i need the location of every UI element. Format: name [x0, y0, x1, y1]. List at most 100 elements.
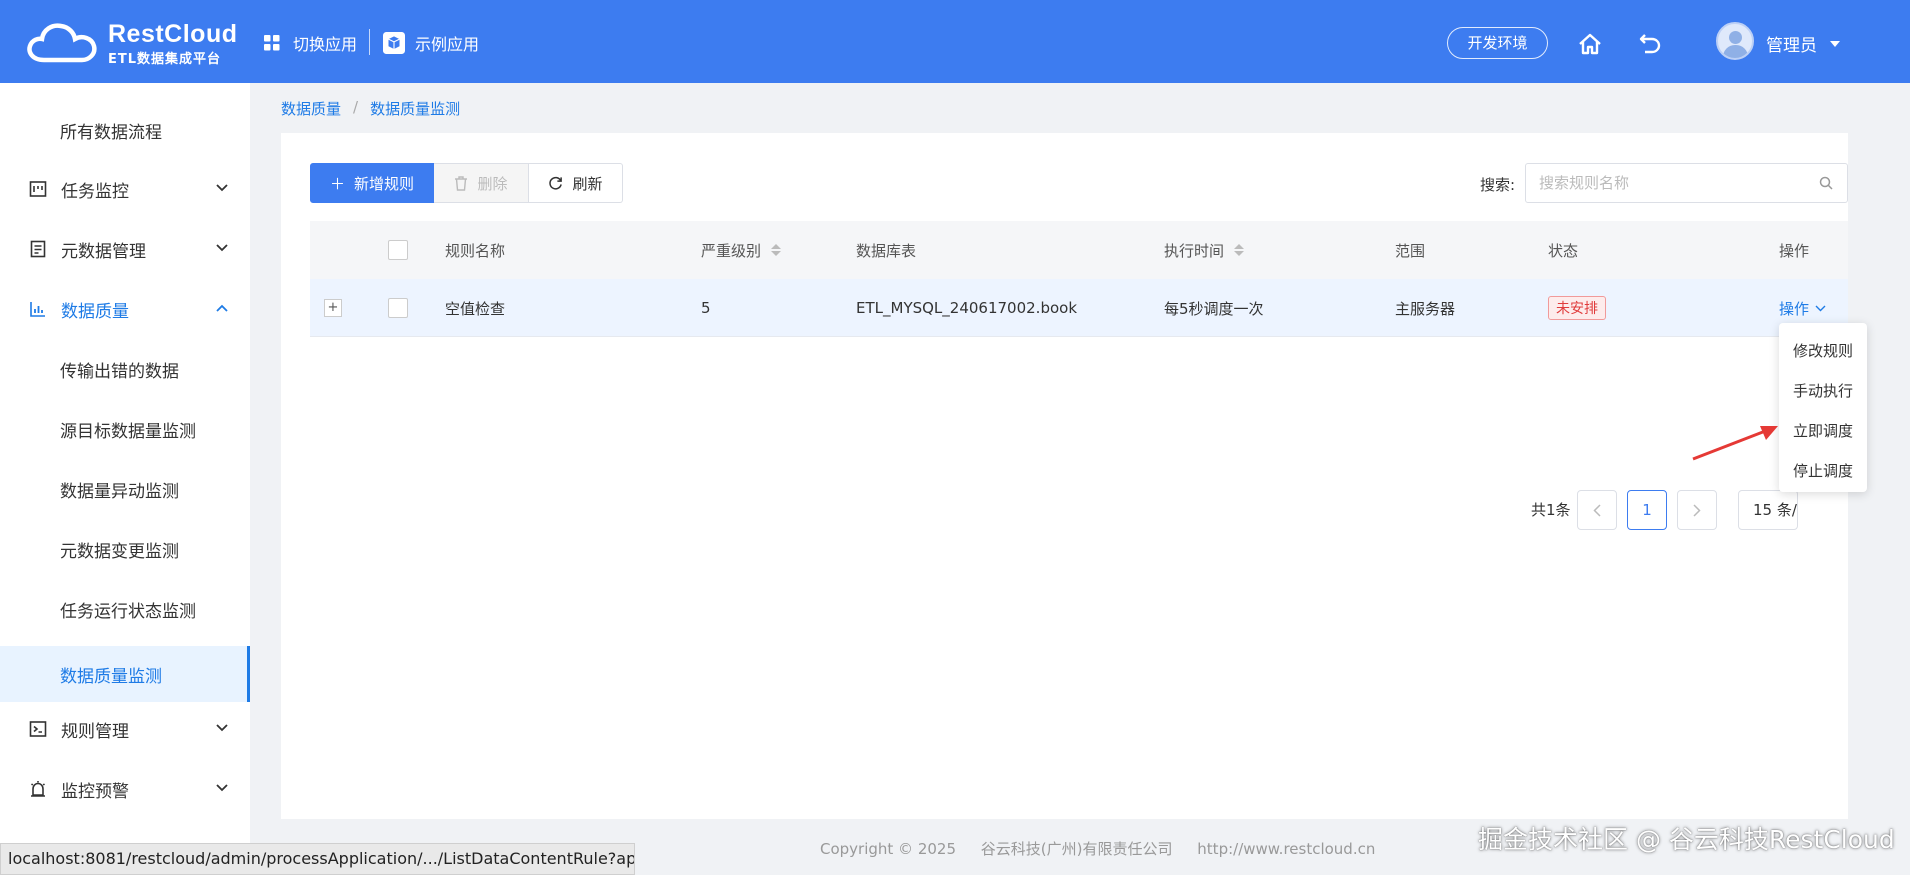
add-rule-label: 新增规则	[354, 174, 415, 193]
sidebar-item-all-flows[interactable]: 所有数据流程	[0, 101, 250, 159]
column-header-name: 规则名称	[445, 241, 506, 260]
environment-button[interactable]: 开发环境	[1447, 27, 1548, 59]
sidebar-item-task-status[interactable]: 任务运行状态监测	[0, 580, 250, 638]
search-input[interactable]	[1525, 163, 1848, 203]
select-all-checkbox[interactable]	[388, 240, 408, 260]
row-actions-label: 操作	[1779, 299, 1810, 318]
sort-icon[interactable]	[1234, 244, 1245, 256]
user-name[interactable]: 管理员	[1766, 31, 1817, 56]
example-app-label: 示例应用	[415, 35, 480, 54]
page-size-select[interactable]: 15 条/页	[1738, 490, 1798, 530]
sidebar-item-label: 传输出错的数据	[60, 361, 179, 382]
menu-item-schedule-now[interactable]: 立即调度	[1779, 411, 1867, 451]
sort-icon[interactable]	[771, 244, 782, 256]
search-label: 搜索:	[1480, 176, 1516, 194]
sidebar-item-volume-anomaly[interactable]: 数据量异动监测	[0, 460, 250, 518]
row-actions-menu: 修改规则 手动执行 立即调度 停止调度	[1779, 323, 1867, 492]
brand-name: RestCloud	[108, 20, 238, 48]
table-row[interactable]: + 空值检查 5 ETL_MYSQL_240617002.book 每5秒调度一…	[310, 279, 1848, 337]
breadcrumb-quality-monitor: 数据质量监测	[370, 100, 461, 118]
refresh-icon	[549, 176, 563, 190]
status-badge: 未安排	[1548, 296, 1606, 320]
sidebar-item-label: 任务运行状态监测	[60, 601, 196, 622]
switch-app-nav[interactable]: 切换应用	[263, 28, 357, 58]
chevron-down-icon	[216, 724, 228, 732]
bar-chart-icon	[30, 302, 45, 317]
refresh-button[interactable]: 刷新	[529, 163, 623, 203]
sidebar-item-label: 元数据管理	[61, 241, 146, 262]
footer-company: 谷云科技(广州)有限责任公司	[980, 840, 1173, 858]
trash-icon	[455, 175, 468, 191]
sidebar-item-transfer-errors[interactable]: 传输出错的数据	[0, 340, 250, 398]
plus-icon: ＋	[329, 174, 345, 193]
row-checkbox[interactable]	[388, 298, 408, 318]
menu-item-edit-rule[interactable]: 修改规则	[1779, 331, 1867, 371]
severity-cell: 5	[701, 299, 711, 317]
sidebar-item-data-quality[interactable]: 数据质量	[0, 280, 250, 338]
column-header-scope: 范围	[1395, 241, 1426, 260]
undo-icon[interactable]	[1638, 31, 1662, 55]
column-header-label: 执行时间	[1164, 241, 1225, 260]
refresh-label: 刷新	[572, 174, 603, 193]
chevron-up-icon	[216, 304, 228, 312]
restcloud-logo[interactable]: RestCloud ETL数据集成平台	[26, 14, 237, 70]
chevron-down-icon	[1815, 305, 1826, 311]
prev-page-button[interactable]	[1577, 490, 1617, 530]
footer-url[interactable]: http://www.restcloud.cn	[1197, 840, 1375, 858]
search-icon[interactable]	[1819, 176, 1833, 190]
sidebar-item-quality-monitor[interactable]: 数据质量监测	[0, 646, 250, 702]
sidebar-item-metadata[interactable]: 元数据管理	[0, 220, 250, 278]
next-page-button[interactable]	[1677, 490, 1717, 530]
sidebar-item-alerts[interactable]: 监控预警	[0, 760, 250, 818]
cloud-logo-icon	[27, 23, 97, 63]
expand-row-button[interactable]: +	[324, 299, 342, 317]
sidebar-item-label: 任务监控	[61, 181, 129, 202]
example-app-nav[interactable]: 示例应用	[383, 28, 479, 58]
breadcrumb-separator: /	[353, 98, 359, 116]
toolbar-buttons: ＋ 新增规则 删除 刷新	[310, 163, 623, 203]
column-header-severity[interactable]: 严重级别	[701, 221, 782, 279]
sidebar-item-label: 所有数据流程	[60, 122, 162, 143]
sidebar: 所有数据流程 任务监控 元数据管理 数据质量 传输出错的数据 源目标数据量监测 …	[0, 83, 250, 875]
monitor-icon	[29, 181, 47, 197]
metadata-icon	[30, 240, 46, 258]
terminal-icon	[29, 721, 47, 737]
delete-button[interactable]: 删除	[434, 163, 529, 203]
browser-status-url: localhost:8081/restcloud/admin/processAp…	[0, 843, 635, 875]
sidebar-item-label: 元数据变更监测	[60, 541, 179, 562]
sidebar-item-source-target-volume[interactable]: 源目标数据量监测	[0, 400, 250, 458]
sidebar-item-label: 数据质量	[61, 301, 129, 322]
sidebar-item-label: 规则管理	[61, 721, 129, 742]
sidebar-item-rule-management[interactable]: 规则管理	[0, 700, 250, 758]
sidebar-item-metadata-change[interactable]: 元数据变更监测	[0, 520, 250, 578]
chevron-down-icon	[216, 784, 228, 792]
sidebar-item-label: 监控预警	[61, 781, 129, 802]
menu-item-manual-run[interactable]: 手动执行	[1779, 371, 1867, 411]
header-divider	[369, 29, 370, 55]
grid-icon	[264, 35, 280, 51]
breadcrumb-data-quality[interactable]: 数据质量	[281, 98, 341, 119]
annotation-arrow	[1692, 426, 1778, 461]
chevron-left-icon	[1593, 503, 1601, 517]
sidebar-item-label: 源目标数据量监测	[60, 421, 196, 442]
chevron-right-icon	[1693, 503, 1701, 517]
pagination-total: 共1条	[1531, 501, 1571, 519]
column-header-label: 严重级别	[701, 241, 762, 260]
sidebar-item-task-monitor[interactable]: 任务监控	[0, 160, 250, 218]
column-header-actions: 操作	[1779, 241, 1810, 260]
page-1-button[interactable]: 1	[1627, 490, 1667, 530]
main-panel: ＋ 新增规则 删除 刷新 搜索: 规则名称 严重级别 数据库表 执行时间	[281, 133, 1848, 819]
column-header-schedule[interactable]: 执行时间	[1164, 221, 1245, 279]
top-header: RestCloud ETL数据集成平台 切换应用 示例应用 开发环境 管理员	[0, 0, 1910, 83]
add-rule-button[interactable]: ＋ 新增规则	[310, 163, 434, 203]
user-avatar[interactable]	[1716, 22, 1754, 60]
db-table-cell: ETL_MYSQL_240617002.book	[856, 299, 1078, 317]
home-icon[interactable]	[1578, 33, 1602, 55]
column-header-table: 数据库表	[856, 241, 917, 260]
sidebar-item-label: 数据量异动监测	[60, 481, 179, 502]
menu-item-stop-schedule[interactable]: 停止调度	[1779, 451, 1867, 491]
sidebar-item-label: 数据质量监测	[60, 666, 162, 687]
caret-down-icon[interactable]	[1830, 41, 1840, 47]
cube-icon	[383, 32, 405, 54]
rule-name-cell: 空值检查	[445, 299, 506, 318]
